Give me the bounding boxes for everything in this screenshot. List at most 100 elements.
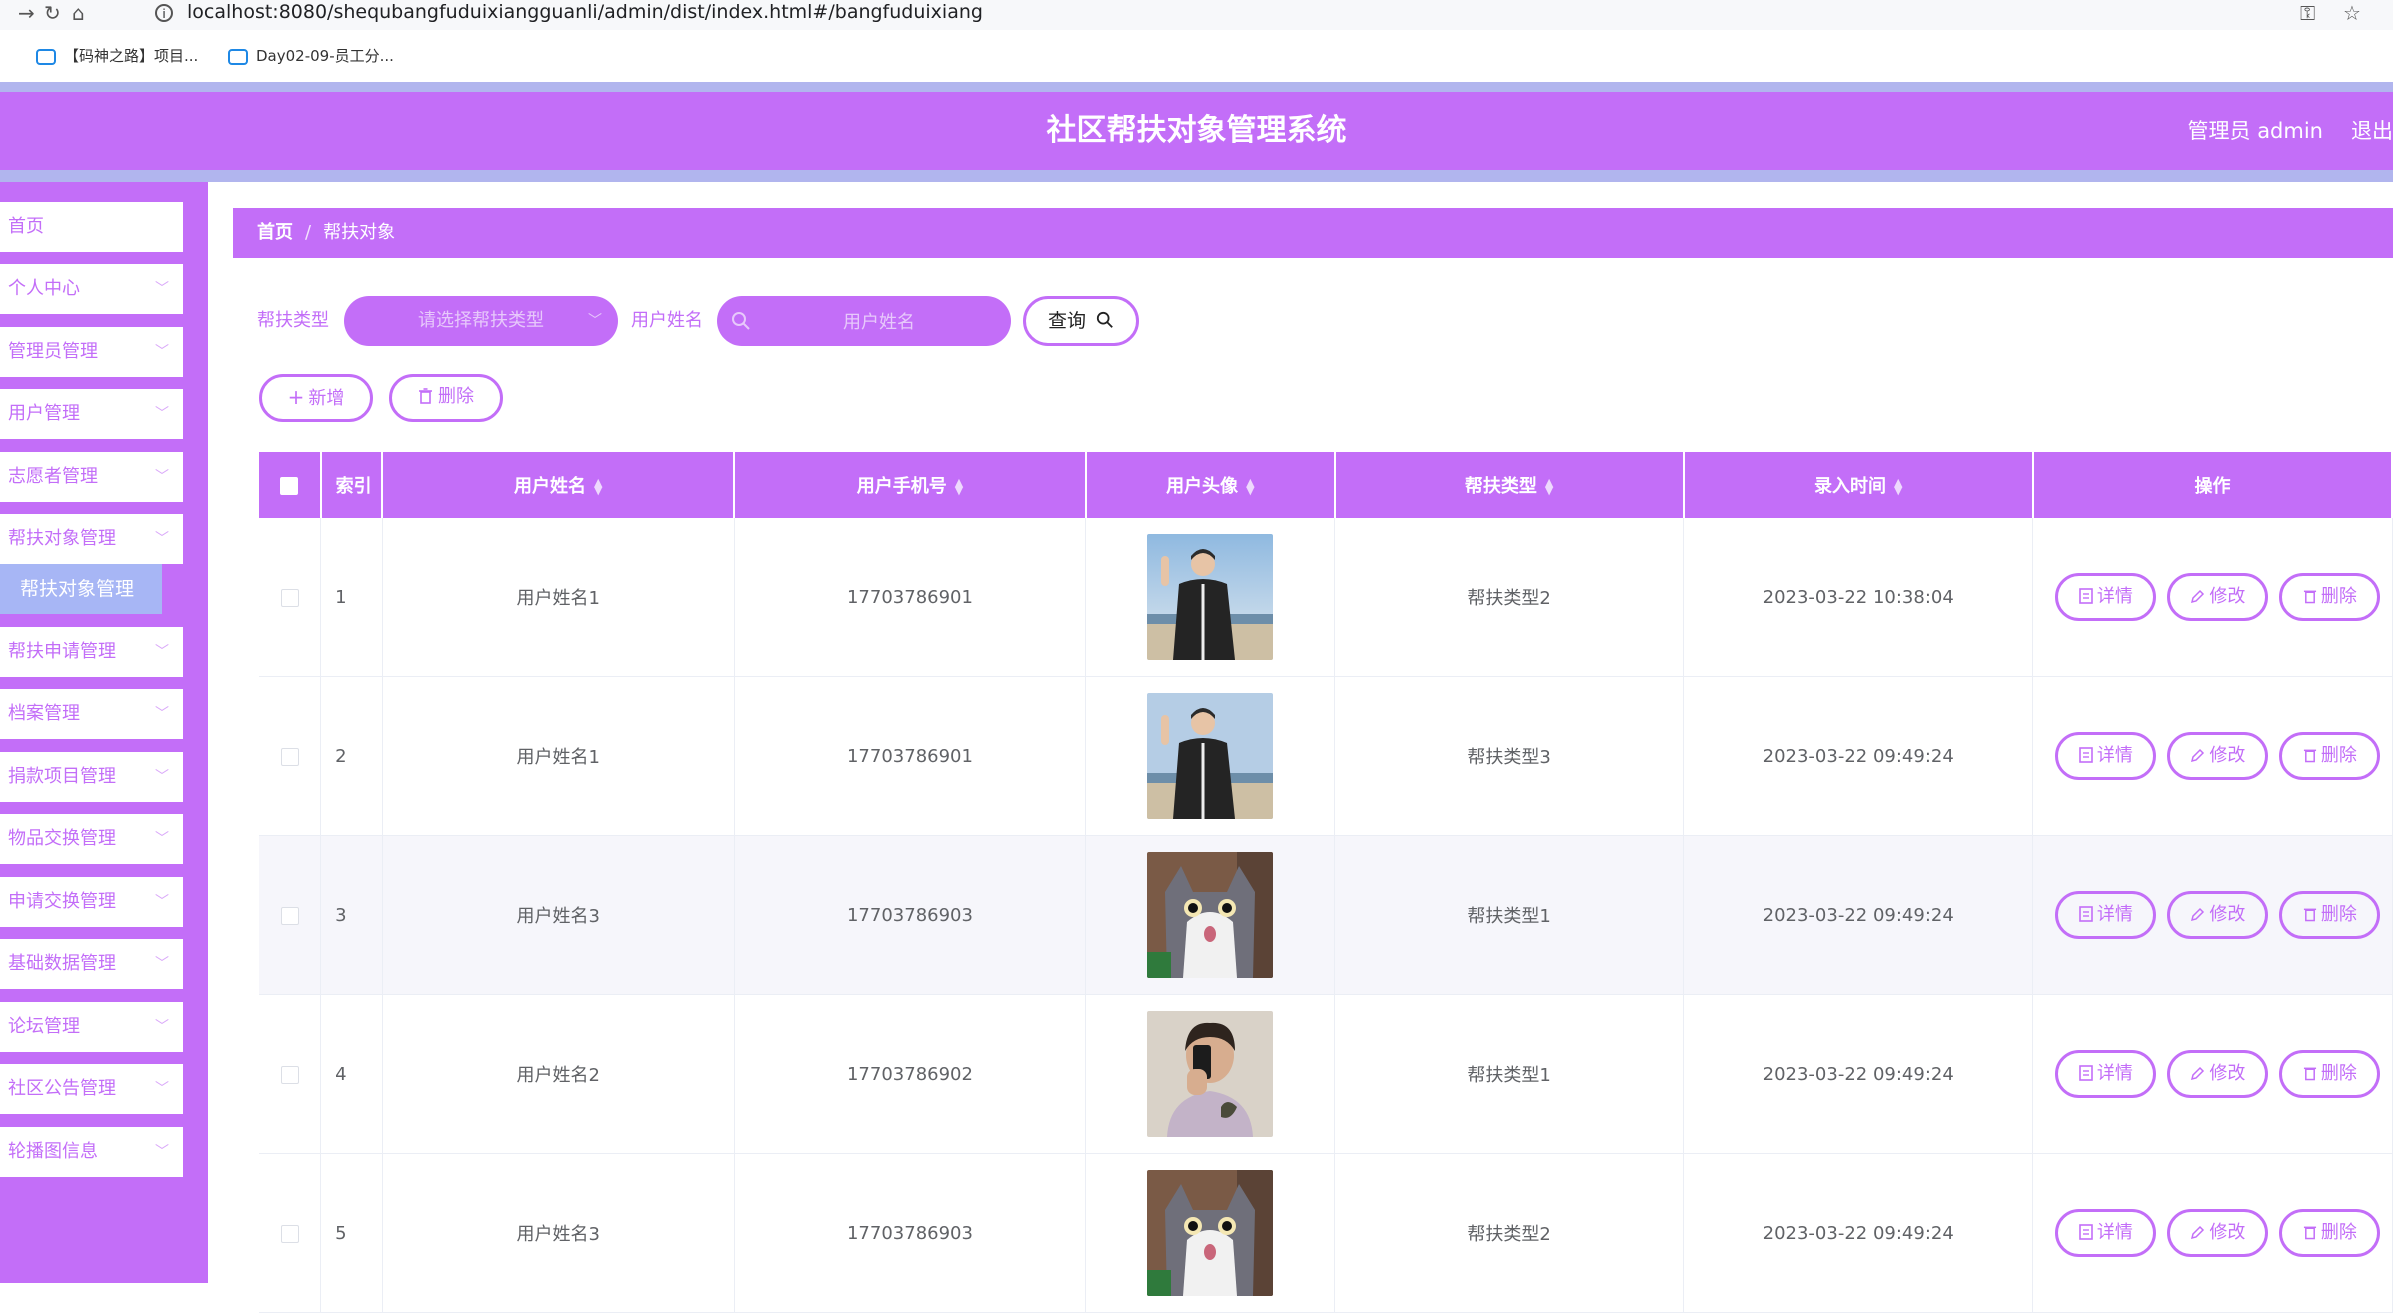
sidebar-item-beneficiaries[interactable]: 帮扶对象管理 ﹀ bbox=[0, 514, 183, 564]
edit-button[interactable]: 修改 bbox=[2167, 1050, 2269, 1098]
sidebar-item-donations[interactable]: 捐款项目管理 ﹀ bbox=[0, 752, 183, 802]
cell-type: 帮扶类型1 bbox=[1334, 994, 1685, 1154]
select-all-cell[interactable] bbox=[259, 452, 322, 518]
sidebar-item-exchange[interactable]: 物品交换管理 ﹀ bbox=[0, 814, 183, 864]
name-search-field[interactable] bbox=[717, 296, 1011, 348]
detail-button[interactable]: 详情 bbox=[2055, 1050, 2157, 1098]
cell-type: 帮扶类型3 bbox=[1334, 676, 1685, 836]
home-icon[interactable]: ⌂ bbox=[72, 0, 85, 30]
back-arrow-icon[interactable]: → bbox=[18, 0, 35, 30]
pencil-icon bbox=[2191, 907, 2205, 922]
table-header-row: 索引 用户姓名 ▲ ▼ 用户手机号 ▲ ▼ 用户头像 ▲ ▼ 帮扶类型 ▲ ▼ 录入时间 ▲ ▼ 操… bbox=[259, 452, 2393, 518]
sidebar-item-profile[interactable]: 个人中心 ﹀ bbox=[0, 264, 183, 314]
sidebar-item-volunteers[interactable]: 志愿者管理 ﹀ bbox=[0, 452, 183, 502]
sidebar-item-notices[interactable]: 社区公告管理 ﹀ bbox=[0, 1064, 183, 1114]
site-info-icon[interactable]: i bbox=[155, 3, 173, 22]
search-icon bbox=[1096, 311, 1113, 328]
sort-icon[interactable]: ▲ ▼ bbox=[1545, 477, 1553, 496]
trash-icon bbox=[2303, 590, 2316, 604]
row-select-cell[interactable] bbox=[259, 676, 322, 836]
column-header-name[interactable]: 用户姓名 ▲ ▼ bbox=[382, 452, 736, 518]
edit-button[interactable]: 修改 bbox=[2167, 732, 2269, 780]
sidebar-item-applications[interactable]: 帮扶申请管理 ﹀ bbox=[0, 627, 183, 677]
cat-photo[interactable] bbox=[1147, 1170, 1274, 1296]
delete-button[interactable]: 删除 bbox=[2279, 1050, 2381, 1098]
detail-button[interactable]: 详情 bbox=[2055, 891, 2157, 939]
cell-name: 用户姓名1 bbox=[382, 518, 735, 677]
select-all-checkbox[interactable] bbox=[280, 476, 299, 495]
bookmark-item[interactable]: Day02-09-员工分... bbox=[228, 44, 394, 68]
column-header-time[interactable]: 录入时间 ▲ ▼ bbox=[1683, 452, 2034, 518]
delete-button[interactable]: 删除 bbox=[2279, 1209, 2381, 1257]
cell-avatar bbox=[1085, 1153, 1336, 1313]
cell-phone: 17703786903 bbox=[734, 1153, 1087, 1313]
chevron-down-icon: ﹀ bbox=[155, 706, 169, 722]
man-selfie-photo[interactable] bbox=[1147, 1011, 1274, 1137]
delete-button[interactable]: 删除 bbox=[2279, 732, 2381, 780]
chevron-down-icon: ﹀ bbox=[155, 831, 169, 847]
app-title: 社区帮扶对象管理系统 bbox=[1046, 113, 1347, 148]
sort-icon[interactable]: ▲ ▼ bbox=[594, 477, 602, 496]
row-checkbox[interactable] bbox=[280, 1224, 299, 1243]
delete-button[interactable]: 删除 bbox=[2279, 573, 2381, 621]
sidebar-item-forum[interactable]: 论坛管理 ﹀ bbox=[0, 1002, 183, 1052]
batch-delete-button[interactable]: 删除 bbox=[389, 374, 503, 422]
column-header-avatar[interactable]: 用户头像 ▲ ▼ bbox=[1085, 452, 1336, 518]
edit-button[interactable]: 修改 bbox=[2167, 573, 2269, 621]
trash-icon bbox=[419, 388, 432, 404]
man-peace-photo[interactable] bbox=[1147, 534, 1274, 660]
row-checkbox[interactable] bbox=[280, 588, 299, 607]
row-checkbox[interactable] bbox=[280, 1065, 299, 1084]
sidebar-item-home[interactable]: 首页 bbox=[0, 202, 183, 252]
search-button[interactable]: 查询 bbox=[1023, 296, 1139, 346]
detail-button[interactable]: 详情 bbox=[2055, 732, 2157, 780]
man-peace-photo[interactable] bbox=[1147, 693, 1274, 819]
detail-button[interactable]: 详情 bbox=[2055, 573, 2157, 621]
star-icon[interactable]: ☆ bbox=[2343, 0, 2361, 30]
row-select-cell[interactable] bbox=[259, 1153, 322, 1313]
column-header-phone[interactable]: 用户手机号 ▲ ▼ bbox=[734, 452, 1087, 518]
row-checkbox[interactable] bbox=[280, 906, 299, 925]
reload-icon[interactable]: ↻ bbox=[44, 0, 61, 30]
key-icon[interactable]: ⚿ bbox=[2300, 0, 2315, 30]
app-header: 社区帮扶对象管理系统 管理员 admin 退出 bbox=[0, 92, 2393, 170]
sidebar-item-archives[interactable]: 档案管理 ﹀ bbox=[0, 689, 183, 739]
row-select-cell[interactable] bbox=[259, 518, 322, 677]
logout-link[interactable]: 退出 bbox=[2351, 92, 2393, 170]
browser-address-bar: → ↻ ⌂ i localhost:8080/shequbangfuduixian… bbox=[0, 0, 2393, 30]
edit-button[interactable]: 修改 bbox=[2167, 891, 2269, 939]
cell-avatar bbox=[1085, 994, 1336, 1154]
sidebar-subitem-beneficiary-manage[interactable]: 帮扶对象管理 bbox=[0, 564, 162, 614]
name-search-input[interactable] bbox=[757, 296, 1001, 348]
chevron-down-icon: ﹀ bbox=[155, 894, 169, 910]
row-select-cell[interactable] bbox=[259, 994, 322, 1154]
sidebar-item-base-data[interactable]: 基础数据管理 ﹀ bbox=[0, 939, 183, 989]
sidebar-item-carousel[interactable]: 轮播图信息 ﹀ bbox=[0, 1127, 183, 1177]
document-icon bbox=[2079, 906, 2093, 922]
column-header-type[interactable]: 帮扶类型 ▲ ▼ bbox=[1334, 452, 1685, 518]
cell-time: 2023-03-22 09:49:24 bbox=[1683, 994, 2034, 1154]
cat-photo[interactable] bbox=[1147, 852, 1274, 978]
cell-name: 用户姓名1 bbox=[382, 676, 735, 836]
bookmark-item[interactable]: 【码神之路】项目... bbox=[36, 44, 198, 68]
row-checkbox[interactable] bbox=[280, 747, 299, 766]
pencil-icon bbox=[2191, 748, 2205, 763]
sidebar-item-users[interactable]: 用户管理 ﹀ bbox=[0, 389, 183, 439]
edit-button[interactable]: 修改 bbox=[2167, 1209, 2269, 1257]
detail-button[interactable]: 详情 bbox=[2055, 1209, 2157, 1257]
breadcrumb-home[interactable]: 首页 bbox=[257, 222, 293, 243]
delete-button[interactable]: 删除 bbox=[2279, 891, 2381, 939]
sidebar-item-admins[interactable]: 管理员管理 ﹀ bbox=[0, 327, 183, 377]
sort-icon[interactable]: ▲ ▼ bbox=[1246, 477, 1254, 496]
breadcrumb-current: 帮扶对象 bbox=[323, 222, 396, 243]
sidebar-item-exchange-requests[interactable]: 申请交换管理 ﹀ bbox=[0, 877, 183, 927]
row-select-cell[interactable] bbox=[259, 835, 322, 995]
add-button[interactable]: + 新增 bbox=[259, 374, 373, 422]
sort-icon[interactable]: ▲ ▼ bbox=[955, 477, 963, 496]
data-table: 索引 用户姓名 ▲ ▼ 用户手机号 ▲ ▼ 用户头像 ▲ ▼ 帮扶类型 ▲ ▼ 录入时间 ▲ ▼ 操… bbox=[259, 452, 2393, 1313]
url-field[interactable]: i localhost:8080/shequbangfuduixiangguanl… bbox=[155, 0, 2255, 30]
sort-icon[interactable]: ▲ ▼ bbox=[1894, 477, 1902, 496]
type-select[interactable]: 请选择帮扶类型 ﹀ bbox=[344, 296, 618, 346]
chevron-down-icon: ﹀ bbox=[155, 344, 169, 360]
pencil-icon bbox=[2191, 1066, 2205, 1081]
